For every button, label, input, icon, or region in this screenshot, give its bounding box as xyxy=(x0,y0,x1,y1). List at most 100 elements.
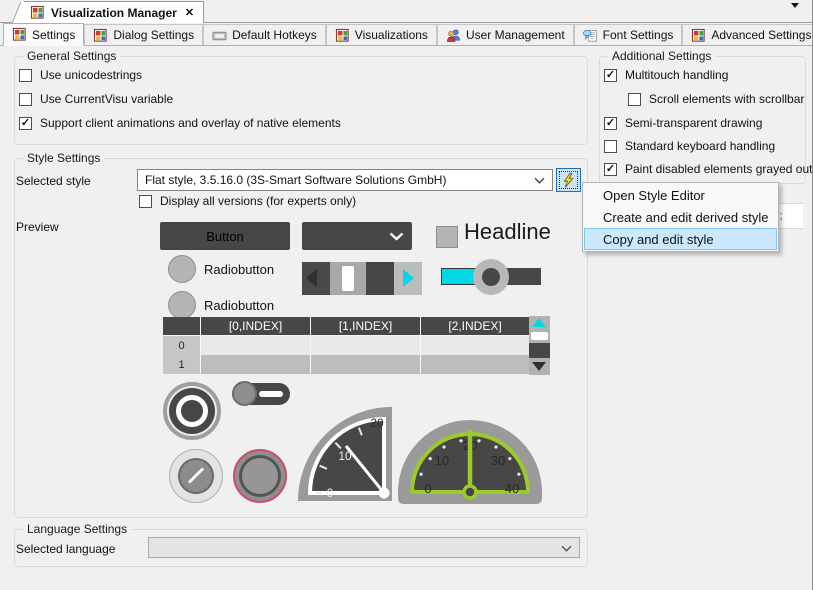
checkbox-label: Scroll elements with scrollbar xyxy=(649,92,804,106)
table-header-cell: [1,INDEX] xyxy=(311,317,420,335)
table-cell xyxy=(421,336,529,355)
tab-label: Font Settings xyxy=(603,28,674,42)
close-icon[interactable]: ✕ xyxy=(183,6,194,19)
checkbox-paint-disabled-elements-grayed-out[interactable]: ✓ Paint disabled elements grayed out xyxy=(604,162,812,176)
checkbox-semi-transparent-drawing[interactable]: ✓ Semi-transparent drawing xyxy=(604,116,762,130)
selected-style-combobox[interactable]: Flat style, 3.5.16.0 (3S-Smart Software … xyxy=(137,169,553,191)
tab-dialog-settings[interactable]: Dialog Settings xyxy=(84,24,203,45)
arrow-down-icon xyxy=(532,362,546,371)
table-header-cell xyxy=(163,317,200,335)
preview-round-button xyxy=(163,382,221,440)
visualization-icon xyxy=(335,28,350,43)
selected-language-label: Selected language xyxy=(16,542,115,556)
checkbox-standard-keyboard-handling[interactable]: Standard keyboard handling xyxy=(604,139,775,153)
preview-vertical-scrollbar xyxy=(529,316,550,375)
visualization-icon xyxy=(93,28,108,43)
scrollbar-thumb xyxy=(342,266,354,291)
checkbox-label: Display all versions (for experts only) xyxy=(160,194,356,208)
preview-quarter-gauge: 0 10 20 xyxy=(296,398,396,504)
tab-overflow-button[interactable] xyxy=(791,8,803,16)
checkbox-box[interactable]: ✓ xyxy=(19,117,32,130)
checkbox-use-currentvisu-variable[interactable]: Use CurrentVisu variable xyxy=(19,92,173,106)
group-title: Style Settings xyxy=(23,151,104,165)
scrollbar-thumb xyxy=(531,332,548,340)
font-speech-bubble-icon xyxy=(583,28,598,43)
group-title: Additional Settings xyxy=(608,49,715,63)
checkbox-box[interactable] xyxy=(628,93,641,106)
tab-label: Advanced Settings xyxy=(711,28,811,42)
preview-dial-knob xyxy=(169,449,223,503)
preview-red-ring-knob xyxy=(233,449,287,503)
style-tools-button[interactable] xyxy=(556,168,581,192)
preview-radiobutton-label: Radiobutton xyxy=(204,262,274,277)
checkbox-label: Use unicodestrings xyxy=(40,68,142,82)
table-cell xyxy=(201,336,310,355)
checkbox-box[interactable] xyxy=(139,195,152,208)
tab-label: Dialog Settings xyxy=(113,28,194,42)
visualization-icon xyxy=(691,28,706,43)
chevron-down-icon xyxy=(791,3,799,29)
preview-horizontal-scrollbar xyxy=(302,262,422,295)
table-cell xyxy=(201,355,310,374)
users-icon xyxy=(446,28,461,43)
tab-visualizations[interactable]: Visualizations xyxy=(326,24,437,45)
visualization-icon xyxy=(12,27,27,42)
checkbox-support-client-animations-and-overlay-of-native-elements[interactable]: ✓Support client animations and overlay o… xyxy=(19,116,341,130)
preview-checkbox xyxy=(436,226,458,248)
preview-half-gauge: 0 10 20 30 40 xyxy=(394,404,546,506)
checkbox-multitouch-handling[interactable]: ✓Multitouch handling xyxy=(604,68,728,82)
table-cell xyxy=(421,355,529,374)
preview-toggle-switch xyxy=(232,383,290,405)
arrow-left-icon xyxy=(306,269,317,287)
arrow-up-icon xyxy=(532,318,546,327)
svg-text:20: 20 xyxy=(370,416,384,430)
chevron-down-icon xyxy=(534,177,545,184)
preview-button: Button xyxy=(160,222,290,250)
preview-table: [0,INDEX][1,INDEX][2,INDEX] 01 xyxy=(163,317,529,373)
checkbox-label: Use CurrentVisu variable xyxy=(40,92,173,106)
document-tab-visualization-manager[interactable]: Visualization Manager ✕ xyxy=(24,1,204,23)
checkbox-scroll-elements-with-scrollbar[interactable]: Scroll elements with scrollbar xyxy=(628,92,804,106)
table-row-header: 1 xyxy=(163,355,200,374)
preview-combobox xyxy=(302,222,412,250)
document-tab-bar: Visualization Manager ✕ xyxy=(0,0,813,23)
menu-item-copy-and-edit-style[interactable]: Copy and edit style xyxy=(584,228,777,250)
table-cell xyxy=(311,355,420,374)
tab-default-hotkeys[interactable]: Default Hotkeys xyxy=(203,24,326,45)
checkbox-label: Standard keyboard handling xyxy=(625,139,775,153)
checkbox-label: Paint disabled elements grayed out xyxy=(625,162,812,176)
table-row-header: 0 xyxy=(163,336,200,355)
document-tab-title: Visualization Manager xyxy=(51,6,177,20)
settings-tab-strip: Settings Dialog Settings Default Hotkeys Vi… xyxy=(0,23,813,46)
tab-label: Default Hotkeys xyxy=(232,28,317,42)
visualization-manager-icon xyxy=(30,5,45,20)
tab-user-management[interactable]: User Management xyxy=(437,24,574,45)
keyboard-icon xyxy=(212,28,227,43)
chevron-down-icon xyxy=(561,545,572,552)
checkbox-box[interactable]: ✓ xyxy=(604,69,617,82)
menu-item-open-style-editor[interactable]: Open Style Editor xyxy=(584,184,777,206)
checkbox-display-all-versions-for-experts-only[interactable]: Display all versions (for experts only) xyxy=(139,194,356,208)
selected-style-value: Flat style, 3.5.16.0 (3S-Smart Software … xyxy=(145,173,446,187)
svg-text:40: 40 xyxy=(505,481,519,496)
table-header-cell: [2,INDEX] xyxy=(421,317,529,335)
checkbox-box[interactable]: ✓ xyxy=(604,117,617,130)
svg-text:30: 30 xyxy=(491,453,505,468)
selected-language-combobox[interactable] xyxy=(148,537,580,558)
checkbox-box[interactable] xyxy=(19,69,32,82)
svg-text:0: 0 xyxy=(327,486,334,500)
checkbox-label: Semi-transparent drawing xyxy=(625,116,762,130)
svg-text:10: 10 xyxy=(435,453,449,468)
tab-settings[interactable]: Settings xyxy=(3,23,84,46)
tab-font-settings[interactable]: Font Settings xyxy=(574,24,683,45)
menu-item-create-and-edit-derived-style[interactable]: Create and edit derived style xyxy=(584,206,777,228)
checkbox-box[interactable]: ✓ xyxy=(604,163,617,176)
table-cell xyxy=(311,336,420,355)
table-header-cell: [0,INDEX] xyxy=(201,317,310,335)
checkbox-box[interactable] xyxy=(19,93,32,106)
lightning-icon xyxy=(561,173,576,188)
svg-text:0: 0 xyxy=(424,481,431,496)
preview-slider-thumb xyxy=(473,259,509,295)
checkbox-box[interactable] xyxy=(604,140,617,153)
checkbox-use-unicodestrings[interactable]: Use unicodestrings xyxy=(19,68,142,82)
